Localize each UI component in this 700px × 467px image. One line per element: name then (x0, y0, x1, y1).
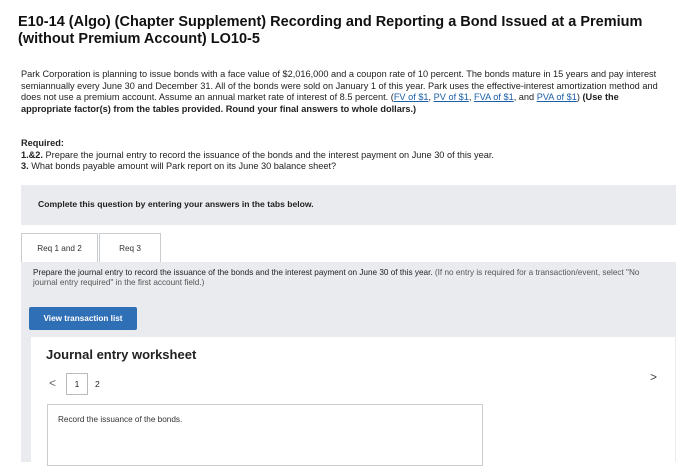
link-separator: , and (513, 92, 537, 103)
question-tabs: Req 1 and 2 Req 3 (21, 233, 676, 263)
journal-entry-worksheet: Journal entry worksheet < 1 2 > Record t… (31, 337, 675, 467)
worksheet-title: Journal entry worksheet (46, 347, 197, 362)
transaction-instruction-box: Record the issuance of the bonds. (47, 404, 483, 466)
required-item-2: 3. What bonds payable amount will Park r… (21, 161, 661, 173)
link-fva-of-1[interactable]: FVA of $1 (474, 92, 514, 102)
item-number: 1.&2. (21, 149, 43, 160)
tab-req-3[interactable]: Req 3 (99, 233, 161, 263)
chevron-left-icon[interactable]: < (49, 376, 56, 390)
required-section: Required: 1.&2. Prepare the journal entr… (21, 138, 661, 173)
panel-prompt: Prepare the journal entry to record the … (33, 268, 658, 289)
link-pva-of-1[interactable]: PVA of $1 (537, 92, 577, 102)
item-number: 3. (21, 161, 29, 172)
prompt-text: Prepare the journal entry to record the … (33, 268, 433, 277)
required-heading: Required: (21, 138, 64, 148)
item-text: What bonds payable amount will Park repo… (28, 161, 337, 172)
link-pv-of-1[interactable]: PV of $1 (434, 92, 469, 102)
chevron-right-icon[interactable]: > (650, 370, 657, 384)
tab-panel: Prepare the journal entry to record the … (21, 262, 676, 467)
page-button-1[interactable]: 1 (66, 373, 88, 395)
instructions-text: Complete this question by entering your … (38, 199, 314, 209)
instructions-banner: Complete this question by entering your … (21, 185, 676, 225)
view-transaction-list-button[interactable]: View transaction list (29, 307, 137, 330)
problem-description: Park Corporation is planning to issue bo… (21, 69, 661, 115)
page-button-2[interactable]: 2 (95, 379, 100, 389)
tab-req-1-and-2[interactable]: Req 1 and 2 (21, 233, 98, 263)
page-title: E10-14 (Algo) (Chapter Supplement) Recor… (18, 14, 643, 47)
link-fv-of-1[interactable]: FV of $1 (394, 92, 429, 102)
transaction-instruction: Record the issuance of the bonds. (58, 415, 183, 424)
item-text: Prepare the journal entry to record the … (42, 149, 494, 160)
required-item-1: 1.&2. Prepare the journal entry to recor… (21, 150, 661, 162)
